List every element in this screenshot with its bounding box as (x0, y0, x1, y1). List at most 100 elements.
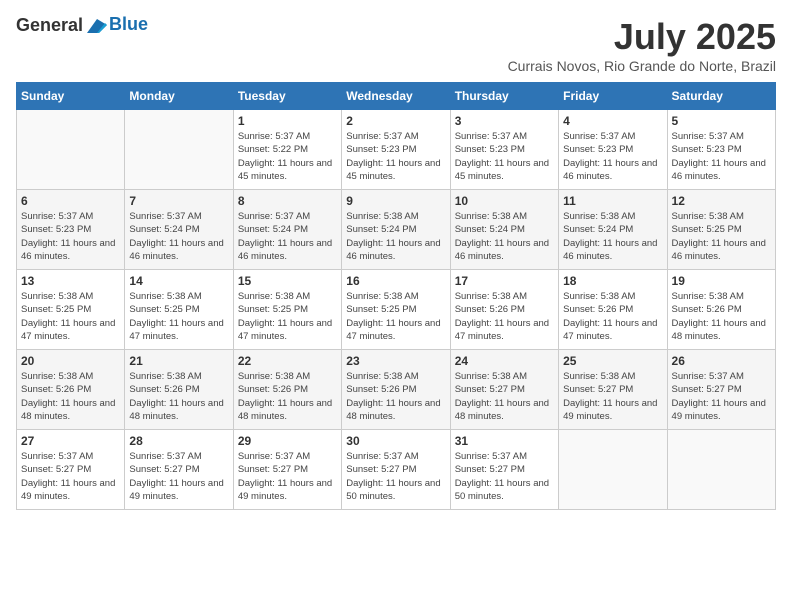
day-number: 8 (238, 194, 337, 208)
calendar-cell (125, 110, 233, 190)
day-number: 24 (455, 354, 554, 368)
calendar-cell: 5Sunrise: 5:37 AM Sunset: 5:23 PM Daylig… (667, 110, 775, 190)
calendar-cell: 24 Sunrise: 5:38 AM Sunset: 5:27 PM Dayli… (450, 350, 558, 430)
week-row-1: 1 Sunrise: 5:37 AM Sunset: 5:22 PM Daylig… (17, 110, 776, 190)
day-number: 6 (21, 194, 120, 208)
cell-info: Sunrise: 5:38 AM Sunset: 5:25 PM Dayligh… (672, 210, 771, 263)
calendar-cell: 1 Sunrise: 5:37 AM Sunset: 5:22 PM Daylig… (233, 110, 341, 190)
cell-info: Sunrise: 5:38 AM Sunset: 5:24 PM Dayligh… (455, 210, 554, 263)
day-number: 25 (563, 354, 662, 368)
calendar-table: SundayMondayTuesdayWednesdayThursdayFrid… (16, 82, 776, 510)
day-number: 1 (238, 114, 337, 128)
day-header-monday: Monday (125, 83, 233, 110)
day-number: 13 (21, 274, 120, 288)
day-number: 17 (455, 274, 554, 288)
cell-info: Sunrise: 5:37 AM Sunset: 5:24 PM Dayligh… (129, 210, 228, 263)
day-number: 9 (346, 194, 445, 208)
calendar-cell: 20 Sunrise: 5:38 AM Sunset: 5:26 PM Dayli… (17, 350, 125, 430)
cell-info: Sunrise: 5:37 AM Sunset: 5:27 PM Dayligh… (238, 450, 337, 503)
calendar-cell (17, 110, 125, 190)
calendar-cell: 7 Sunrise: 5:37 AM Sunset: 5:24 PM Daylig… (125, 190, 233, 270)
calendar-cell: 11 Sunrise: 5:38 AM Sunset: 5:24 PM Dayli… (559, 190, 667, 270)
calendar-cell: 13Sunrise: 5:38 AM Sunset: 5:25 PM Dayli… (17, 270, 125, 350)
day-header-tuesday: Tuesday (233, 83, 341, 110)
day-header-saturday: Saturday (667, 83, 775, 110)
day-number: 31 (455, 434, 554, 448)
calendar-cell: 10 Sunrise: 5:38 AM Sunset: 5:24 PM Dayli… (450, 190, 558, 270)
header-row: SundayMondayTuesdayWednesdayThursdayFrid… (17, 83, 776, 110)
day-number: 26 (672, 354, 771, 368)
calendar-cell: 8 Sunrise: 5:37 AM Sunset: 5:24 PM Daylig… (233, 190, 341, 270)
cell-info: Sunrise: 5:38 AM Sunset: 5:24 PM Dayligh… (563, 210, 662, 263)
cell-info: Sunrise: 5:37 AM Sunset: 5:27 PM Dayligh… (21, 450, 120, 503)
calendar-cell: 17 Sunrise: 5:38 AM Sunset: 5:26 PM Dayli… (450, 270, 558, 350)
logo-text: General (16, 16, 107, 36)
calendar-cell (667, 430, 775, 510)
calendar-cell (559, 430, 667, 510)
cell-info: Sunrise: 5:37 AM Sunset: 5:23 PM Dayligh… (455, 130, 554, 183)
day-number: 23 (346, 354, 445, 368)
location: Currais Novos, Rio Grande do Norte, Braz… (508, 58, 776, 74)
day-number: 4 (563, 114, 662, 128)
calendar-cell: 22Sunrise: 5:38 AM Sunset: 5:26 PM Dayli… (233, 350, 341, 430)
day-number: 15 (238, 274, 337, 288)
week-row-5: 27 Sunrise: 5:37 AM Sunset: 5:27 PM Dayli… (17, 430, 776, 510)
day-number: 16 (346, 274, 445, 288)
title-block: July 2025 Currais Novos, Rio Grande do N… (508, 16, 776, 74)
cell-info: Sunrise: 5:38 AM Sunset: 5:26 PM Dayligh… (238, 370, 337, 423)
day-header-wednesday: Wednesday (342, 83, 450, 110)
cell-info: Sunrise: 5:37 AM Sunset: 5:27 PM Dayligh… (129, 450, 228, 503)
calendar-cell: 3 Sunrise: 5:37 AM Sunset: 5:23 PM Daylig… (450, 110, 558, 190)
calendar-cell: 31 Sunrise: 5:37 AM Sunset: 5:27 PM Dayli… (450, 430, 558, 510)
day-number: 2 (346, 114, 445, 128)
calendar-cell: 30Sunrise: 5:37 AM Sunset: 5:27 PM Dayli… (342, 430, 450, 510)
calendar-cell: 18 Sunrise: 5:38 AM Sunset: 5:26 PM Dayli… (559, 270, 667, 350)
calendar-cell: 4Sunrise: 5:37 AM Sunset: 5:23 PM Daylig… (559, 110, 667, 190)
day-number: 12 (672, 194, 771, 208)
logo: General Blue (16, 16, 148, 36)
logo-blue: Blue (109, 14, 148, 35)
day-header-thursday: Thursday (450, 83, 558, 110)
calendar-cell: 25 Sunrise: 5:38 AM Sunset: 5:27 PM Dayli… (559, 350, 667, 430)
day-number: 10 (455, 194, 554, 208)
cell-info: Sunrise: 5:38 AM Sunset: 5:26 PM Dayligh… (455, 290, 554, 343)
day-number: 7 (129, 194, 228, 208)
cell-info: Sunrise: 5:37 AM Sunset: 5:24 PM Dayligh… (238, 210, 337, 263)
calendar-cell: 12 Sunrise: 5:38 AM Sunset: 5:25 PM Dayli… (667, 190, 775, 270)
day-number: 14 (129, 274, 228, 288)
cell-info: Sunrise: 5:37 AM Sunset: 5:23 PM Dayligh… (21, 210, 120, 263)
day-number: 28 (129, 434, 228, 448)
cell-info: Sunrise: 5:37 AM Sunset: 5:23 PM Dayligh… (346, 130, 445, 183)
cell-info: Sunrise: 5:37 AM Sunset: 5:27 PM Dayligh… (672, 370, 771, 423)
cell-info: Sunrise: 5:37 AM Sunset: 5:27 PM Dayligh… (455, 450, 554, 503)
day-number: 11 (563, 194, 662, 208)
day-header-sunday: Sunday (17, 83, 125, 110)
calendar-cell: 6 Sunrise: 5:37 AM Sunset: 5:23 PM Daylig… (17, 190, 125, 270)
day-number: 21 (129, 354, 228, 368)
cell-info: Sunrise: 5:38 AM Sunset: 5:26 PM Dayligh… (21, 370, 120, 423)
day-header-friday: Friday (559, 83, 667, 110)
day-number: 27 (21, 434, 120, 448)
calendar-cell: 14 Sunrise: 5:38 AM Sunset: 5:25 PM Dayli… (125, 270, 233, 350)
calendar-cell: 16Sunrise: 5:38 AM Sunset: 5:25 PM Dayli… (342, 270, 450, 350)
calendar-cell: 19 Sunrise: 5:38 AM Sunset: 5:26 PM Dayli… (667, 270, 775, 350)
cell-info: Sunrise: 5:38 AM Sunset: 5:24 PM Dayligh… (346, 210, 445, 263)
cell-info: Sunrise: 5:38 AM Sunset: 5:26 PM Dayligh… (129, 370, 228, 423)
calendar-cell: 15Sunrise: 5:38 AM Sunset: 5:25 PM Dayli… (233, 270, 341, 350)
cell-info: Sunrise: 5:38 AM Sunset: 5:26 PM Dayligh… (672, 290, 771, 343)
cell-info: Sunrise: 5:38 AM Sunset: 5:27 PM Dayligh… (563, 370, 662, 423)
week-row-4: 20 Sunrise: 5:38 AM Sunset: 5:26 PM Dayli… (17, 350, 776, 430)
day-number: 18 (563, 274, 662, 288)
day-number: 5 (672, 114, 771, 128)
day-number: 19 (672, 274, 771, 288)
calendar-cell: 9 Sunrise: 5:38 AM Sunset: 5:24 PM Daylig… (342, 190, 450, 270)
week-row-3: 13 Sunrise: 5:38 AM Sunset: 5:25 PM Dayli… (17, 270, 776, 350)
cell-info: Sunrise: 5:38 AM Sunset: 5:25 PM Dayligh… (129, 290, 228, 343)
day-number: 3 (455, 114, 554, 128)
day-number: 20 (21, 354, 120, 368)
cell-info: Sunrise: 5:38 AM Sunset: 5:27 PM Dayligh… (455, 370, 554, 423)
cell-info: Sunrise: 5:38 AM Sunset: 5:26 PM Dayligh… (346, 370, 445, 423)
day-number: 29 (238, 434, 337, 448)
cell-info: Sunrise: 5:37 AM Sunset: 5:22 PM Dayligh… (238, 130, 337, 183)
cell-info: Sunrise: 5:38 AM Sunset: 5:26 PM Dayligh… (563, 290, 662, 343)
